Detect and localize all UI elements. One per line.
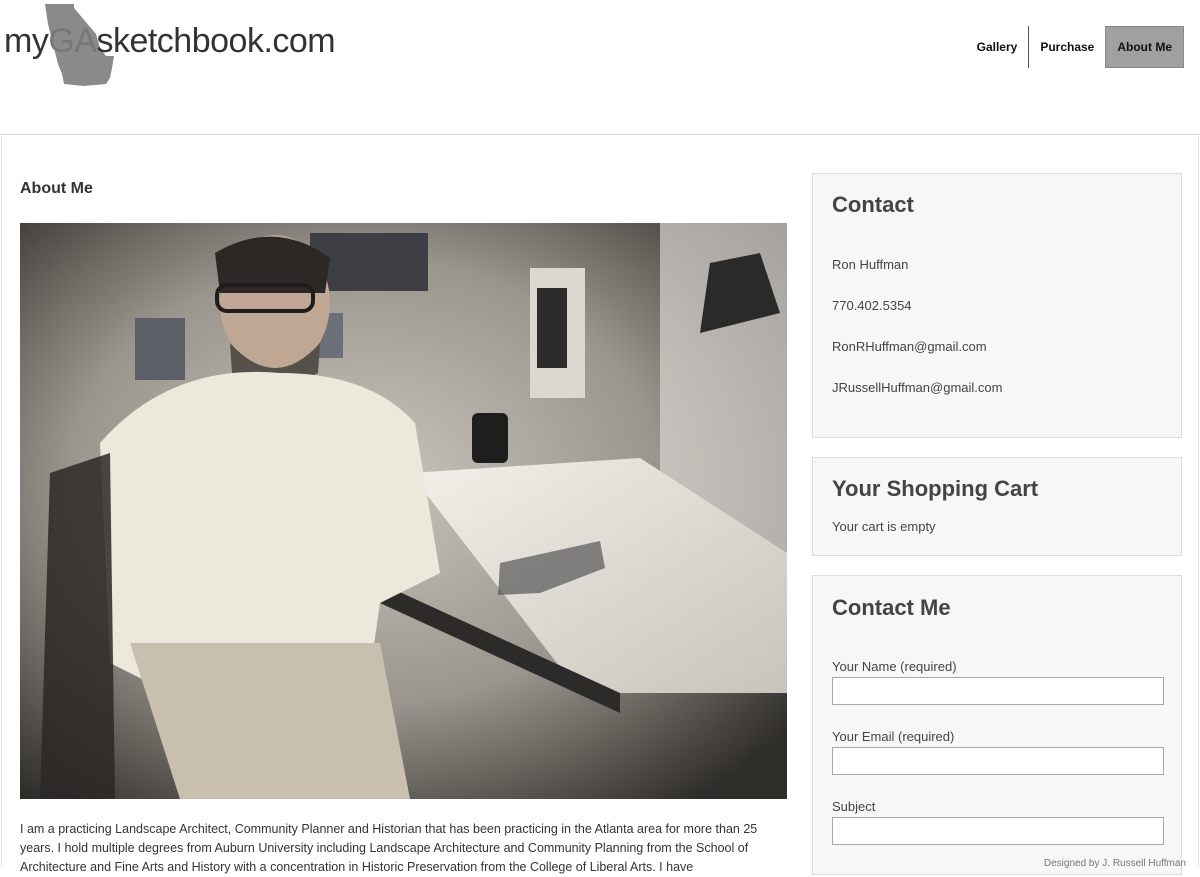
nav-about-me[interactable]: About Me bbox=[1105, 26, 1184, 68]
logo-text: myGAsketchbook.com bbox=[4, 22, 336, 60]
cart-status: Your cart is empty bbox=[832, 519, 936, 534]
main-nav: Gallery Purchase About Me bbox=[966, 26, 1184, 68]
email-field[interactable] bbox=[832, 747, 1164, 775]
bio-text: I am a practicing Landscape Architect, C… bbox=[20, 822, 758, 874]
page-title: About Me bbox=[20, 180, 93, 197]
site-header: myGAsketchbook.com Gallery Purchase Abou… bbox=[0, 0, 1200, 134]
contact-title: Contact bbox=[832, 192, 914, 217]
subject-field-label: Subject bbox=[832, 799, 876, 814]
email-field-label: Your Email (required) bbox=[832, 729, 955, 744]
subject-field[interactable] bbox=[832, 817, 1164, 845]
header-divider bbox=[0, 134, 1200, 135]
nav-purchase[interactable]: Purchase bbox=[1029, 26, 1105, 68]
contact-form-widget: Contact Me Your Name (required) Your Ema… bbox=[812, 575, 1182, 875]
footer-credit: Designed by J. Russell Huffman bbox=[1043, 858, 1186, 869]
contact-email-1[interactable]: RonRHuffman@gmail.com bbox=[832, 339, 987, 354]
name-field-label: Your Name (required) bbox=[832, 659, 957, 674]
shopping-cart-widget: Your Shopping Cart Your cart is empty bbox=[812, 457, 1182, 556]
contact-name: Ron Huffman bbox=[832, 257, 909, 272]
contact-widget: Contact Ron Huffman 770.402.5354 RonRHuf… bbox=[812, 173, 1182, 438]
name-field[interactable] bbox=[832, 677, 1164, 705]
logo-ga-text: GA bbox=[48, 22, 97, 60]
site-logo[interactable]: myGAsketchbook.com bbox=[0, 0, 360, 90]
contact-form-title: Contact Me bbox=[832, 595, 951, 620]
cart-title: Your Shopping Cart bbox=[832, 476, 1039, 501]
contact-email-2[interactable]: JRussellHuffman@gmail.com bbox=[832, 380, 1002, 395]
artist-portrait-photo bbox=[20, 223, 787, 799]
nav-gallery[interactable]: Gallery bbox=[966, 26, 1029, 68]
contact-phone[interactable]: 770.402.5354 bbox=[832, 298, 912, 313]
